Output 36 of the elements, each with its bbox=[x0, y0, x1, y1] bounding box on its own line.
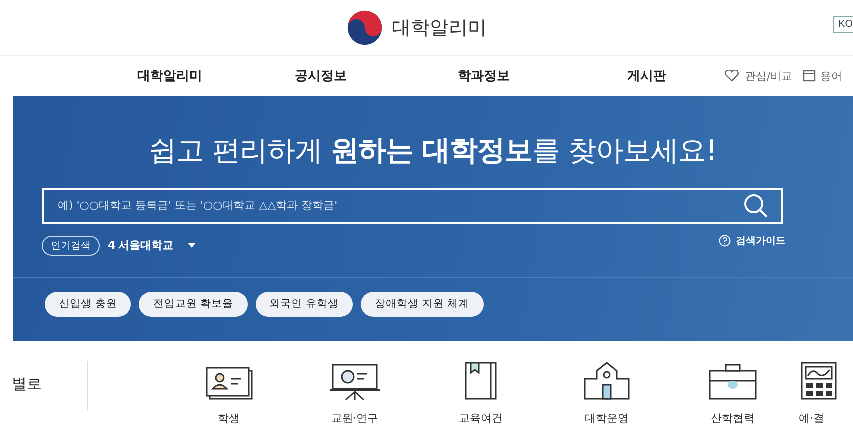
category-label[interactable]: 교육여건 bbox=[459, 411, 503, 426]
utility-link[interactable]: 용어 bbox=[820, 68, 843, 84]
language-button[interactable]: KO bbox=[832, 16, 853, 33]
category-label[interactable]: 대학운영 bbox=[585, 411, 629, 426]
search-icon[interactable] bbox=[743, 192, 769, 219]
keyword-chip[interactable]: 장애학생 지원 체계 bbox=[361, 292, 484, 317]
search-input[interactable]: 예) '○○대학교 등록금' 또는 '○○대학교 △△학과 장학금' bbox=[56, 198, 735, 214]
search-guide-link[interactable]: 검색가이드 bbox=[736, 234, 786, 248]
nav-item[interactable]: 대학알리미 bbox=[100, 67, 240, 85]
keyword-chip[interactable]: 외국인 유학생 bbox=[256, 292, 354, 317]
search-field[interactable]: 예) '○○대학교 등록금' 또는 '○○대학교 △△학과 장학금' bbox=[42, 188, 783, 224]
keyword-chip[interactable]: 전임교원 확보율 bbox=[139, 292, 248, 317]
popular-search-badge: 인기검색 bbox=[42, 236, 100, 256]
nav-item[interactable]: 게시판 bbox=[565, 67, 729, 85]
category-label[interactable]: 교원·연구 bbox=[331, 411, 379, 426]
site-title[interactable]: 대학알리미 bbox=[392, 14, 487, 40]
category-heading: 별로 bbox=[0, 361, 88, 411]
category-label[interactable]: 산학협력 bbox=[711, 411, 755, 426]
caret-icon[interactable] bbox=[188, 243, 196, 248]
help-icon bbox=[719, 234, 731, 247]
briefcase-icon[interactable] bbox=[707, 363, 759, 401]
nav-item[interactable]: 학과정보 bbox=[402, 67, 566, 85]
popular-rank: 4 bbox=[108, 239, 116, 252]
keyword-chip[interactable]: 신입생 충원 bbox=[45, 292, 132, 317]
category-label[interactable]: 학생 bbox=[218, 411, 240, 426]
id-card-icon[interactable] bbox=[204, 365, 254, 401]
category-label[interactable]: 예·결 bbox=[799, 411, 824, 426]
presentation-board-icon[interactable] bbox=[329, 363, 381, 401]
building-icon[interactable] bbox=[582, 361, 632, 401]
utility-link[interactable]: 관심/비교 bbox=[745, 68, 793, 84]
popular-term[interactable]: 서울대학교 bbox=[118, 238, 174, 254]
hero-headline: 쉽고 편리하게 원하는 대학정보를 찾아보세요! bbox=[148, 134, 718, 168]
logo-icon bbox=[346, 8, 384, 46]
calculator-icon[interactable] bbox=[799, 361, 839, 401]
heart-icon bbox=[724, 70, 740, 82]
nav-item[interactable]: 공시정보 bbox=[239, 67, 403, 85]
